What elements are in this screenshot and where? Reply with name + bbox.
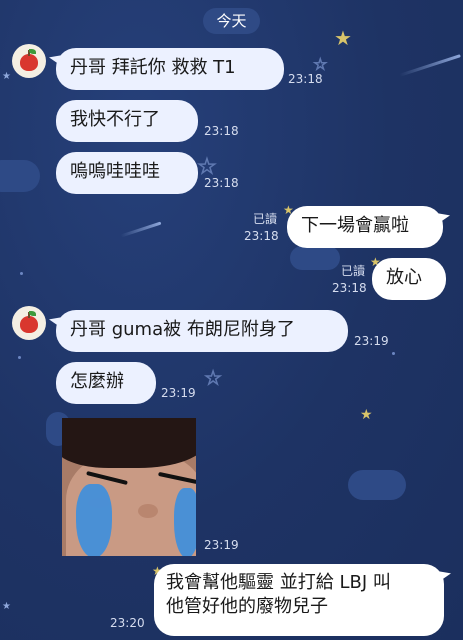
message-time: 23:18 (204, 124, 239, 138)
message-time: 23:19 (354, 334, 389, 348)
message-bubble[interactable]: 丹哥 拜託你 救救 T1 (56, 48, 284, 90)
message-text: 丹哥 拜託你 救救 T1 (70, 57, 236, 78)
message-text: 放心 (386, 267, 422, 288)
message-time: 23:19 (161, 386, 196, 400)
message-bubble[interactable]: 我快不行了 (56, 100, 198, 142)
message-time: 23:19 (204, 538, 239, 552)
cloud-shape (348, 470, 406, 500)
star-dot (392, 352, 395, 355)
star-icon: ★ (2, 71, 11, 82)
star-dot (20, 272, 23, 275)
chat-area[interactable]: ★ ★ ★ ★ ★ ★ ★ ★ ★ ★ 今天 丹哥 拜託你 救救 T1 23:1… (0, 0, 463, 640)
star-icon: ★ (2, 601, 11, 612)
star-dot (18, 356, 21, 359)
shooting-star (399, 54, 461, 77)
message-text: 嗚嗚哇哇哇 (70, 161, 160, 182)
message-time: 23:18 (332, 281, 367, 295)
message-text: 下一場會贏啦 (301, 215, 409, 236)
message-bubble[interactable]: 放心 (372, 258, 446, 300)
message-bubble[interactable]: 嗚嗚哇哇哇 (56, 152, 198, 194)
message-text-line: 我會幫他驅靈 並打給 LBJ 叫 (166, 572, 391, 593)
star-icon: ★ (204, 368, 222, 389)
read-receipt: 已讀 (252, 212, 277, 226)
message-bubble[interactable]: 下一場會贏啦 (287, 206, 443, 248)
message-bubble[interactable]: 丹哥 guma被 布朗尼附身了 (56, 310, 348, 352)
message-time: 23:20 (110, 616, 145, 630)
apple-avatar-icon (20, 54, 38, 71)
shooting-star (120, 221, 162, 238)
cloud-shape (0, 160, 40, 192)
message-time: 23:18 (288, 72, 323, 86)
contact-avatar[interactable] (12, 44, 46, 78)
message-text: 我快不行了 (70, 109, 160, 130)
star-icon: ★ (313, 57, 327, 73)
message-text: 丹哥 guma被 布朗尼附身了 (70, 319, 295, 340)
message-time: 23:18 (204, 176, 239, 190)
message-time: 23:18 (244, 229, 279, 243)
read-receipt: 已讀 (340, 264, 365, 278)
date-separator: 今天 (203, 8, 260, 34)
star-icon: ★ (360, 407, 373, 423)
message-text-line: 他管好他的廢物兒子 (166, 596, 328, 617)
contact-avatar[interactable] (12, 306, 46, 340)
apple-avatar-icon (20, 316, 38, 333)
star-icon: ★ (197, 154, 216, 178)
message-bubble[interactable]: 我會幫他驅靈 並打給 LBJ 叫 他管好他的廢物兒子 (154, 564, 444, 636)
star-icon: ★ (334, 26, 352, 50)
message-text: 怎麼辦 (70, 371, 124, 392)
message-bubble[interactable]: 怎麼辦 (56, 362, 156, 404)
crying-face-sticker[interactable] (62, 418, 196, 556)
